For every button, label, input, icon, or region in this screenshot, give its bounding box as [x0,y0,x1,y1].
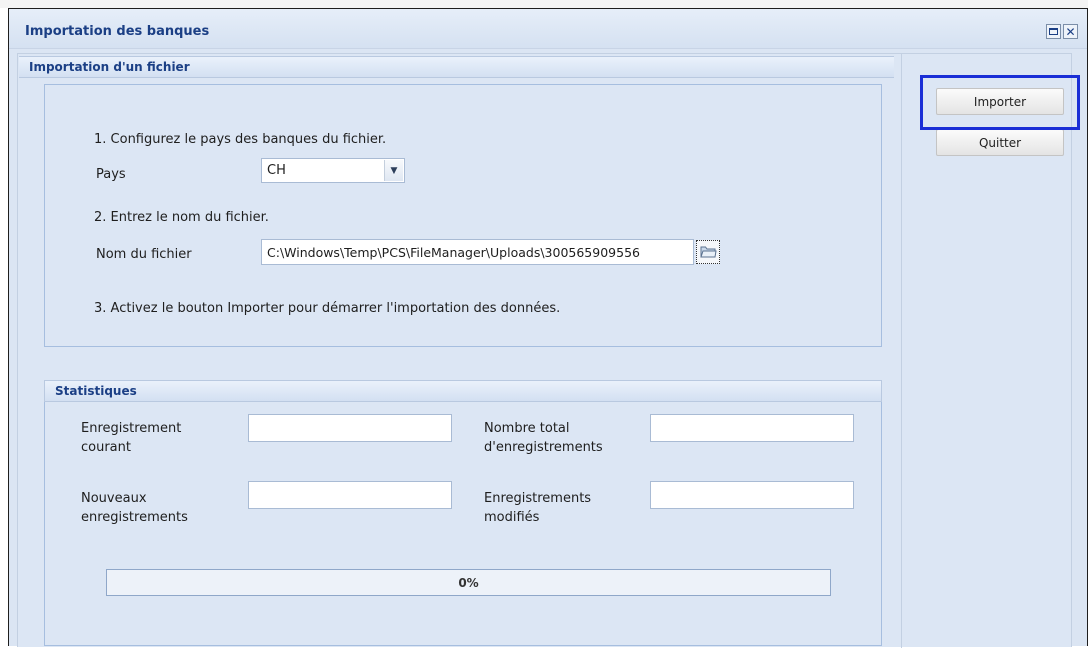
window-title: Importation des banques [25,24,210,39]
total-records-field[interactable] [650,414,854,442]
country-label: Pays [96,167,126,182]
chevron-down-icon[interactable]: ▼ [384,160,403,181]
filename-input[interactable]: C:\Windows\Temp\PCS\FileManager\Uploads\… [261,239,694,265]
filename-label: Nom du fichier [96,247,192,262]
import-progress-bar: 0% [106,569,831,596]
close-button[interactable]: ✕ [1063,24,1078,39]
total-records-label-line2: d'enregistrements [484,440,603,455]
new-records-label: Nouveaux [81,491,147,506]
modified-records-label-line2: modifiés [484,510,540,525]
modified-records-label: Enregistrements [484,491,592,506]
new-records-field[interactable] [248,481,452,509]
maximize-icon [1049,28,1058,35]
import-button[interactable]: Importer [936,88,1064,115]
browse-button[interactable] [696,240,720,264]
step-3-text: 3. Activez le bouton Importer pour démar… [94,301,561,316]
import-section-header: Importation d'un fichier [19,56,894,78]
current-record-label: Enregistrement [81,421,182,436]
modified-records-field[interactable] [650,481,854,509]
progress-percent-label: 0% [458,576,479,590]
step-1-text: 1. Configurez le pays des banques du fic… [94,132,387,147]
title-bar: Importation des banques ✕ [9,9,1087,49]
current-record-field[interactable] [248,414,452,442]
current-record-label-line2: courant [81,440,131,455]
country-select[interactable]: CH ▼ [261,158,405,183]
quit-button[interactable]: Quitter [936,129,1064,156]
background-app-strip [0,0,1088,8]
stats-section-header: Statistiques [44,380,882,402]
folder-icon [699,246,717,258]
close-icon: ✕ [1065,24,1076,39]
country-select-value: CH [267,163,286,178]
step-2-text: 2. Entrez le nom du fichier. [94,210,269,225]
maximize-button[interactable] [1046,24,1061,39]
action-panel-divider [901,54,902,648]
total-records-label: Nombre total [484,421,570,436]
import-banks-dialog: Importation des banques ✕ Importation d'… [8,8,1088,648]
new-records-label-line2: enregistrements [81,510,188,525]
dialog-content: Importation d'un fichier 1. Configurez l… [17,53,1080,648]
